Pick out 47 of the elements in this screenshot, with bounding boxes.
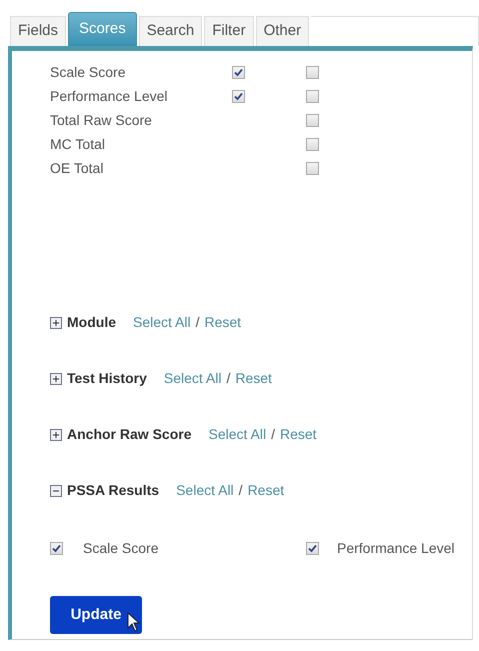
section-title: Anchor Raw Score [67,425,192,444]
score-label: Scale Score [50,63,126,82]
reset-link[interactable]: Reset [280,424,317,445]
select-all-link[interactable]: Select All [164,368,222,389]
section-title: Module [67,313,116,332]
checkbox[interactable] [306,114,319,127]
checkmark-icon [234,92,243,101]
checkbox[interactable] [306,138,319,151]
tab[interactable]: Search [138,16,202,46]
select-all-link[interactable]: Select All [208,424,266,445]
score-label: OE Total [50,159,104,178]
reset-link[interactable]: Reset [248,480,284,501]
result-option-label: Scale Score [83,539,158,558]
select-all-link[interactable]: Select All [176,480,234,501]
checkbox[interactable] [306,66,319,79]
link-separator: / [196,313,200,332]
tab[interactable]: Fields [10,16,66,46]
link-separator: / [238,481,243,500]
checkmark-icon [234,68,243,77]
expand-icon[interactable] [50,428,62,440]
checkbox[interactable] [232,66,245,79]
expand-icon[interactable] [50,316,62,328]
checkbox[interactable] [306,542,319,555]
select-all-link[interactable]: Select All [133,312,191,333]
score-label: MC Total [50,135,106,154]
checkbox[interactable] [306,90,319,103]
reset-link[interactable]: Reset [235,368,272,389]
link-separator: / [226,369,230,388]
update-button[interactable]: Update [50,596,142,634]
cursor-icon [127,612,140,632]
checkmark-icon [308,544,317,553]
tab[interactable]: Filter [204,16,254,46]
link-separator: / [271,425,275,444]
score-label: Total Raw Score [50,111,153,130]
checkbox[interactable] [232,90,245,103]
checkbox[interactable] [50,542,63,555]
section-title: PSSA Results [67,481,160,500]
checkmark-icon [52,544,61,553]
result-option-label: Performance Level [337,539,455,558]
section-title: Test History [67,369,147,388]
expand-icon[interactable] [50,372,62,384]
collapse-icon[interactable] [50,484,62,496]
tab[interactable]: Other [256,16,310,46]
score-label: Performance Level [50,87,169,106]
reset-link[interactable]: Reset [204,312,242,333]
checkbox[interactable] [306,162,319,175]
tab[interactable]: Scores [68,12,137,46]
